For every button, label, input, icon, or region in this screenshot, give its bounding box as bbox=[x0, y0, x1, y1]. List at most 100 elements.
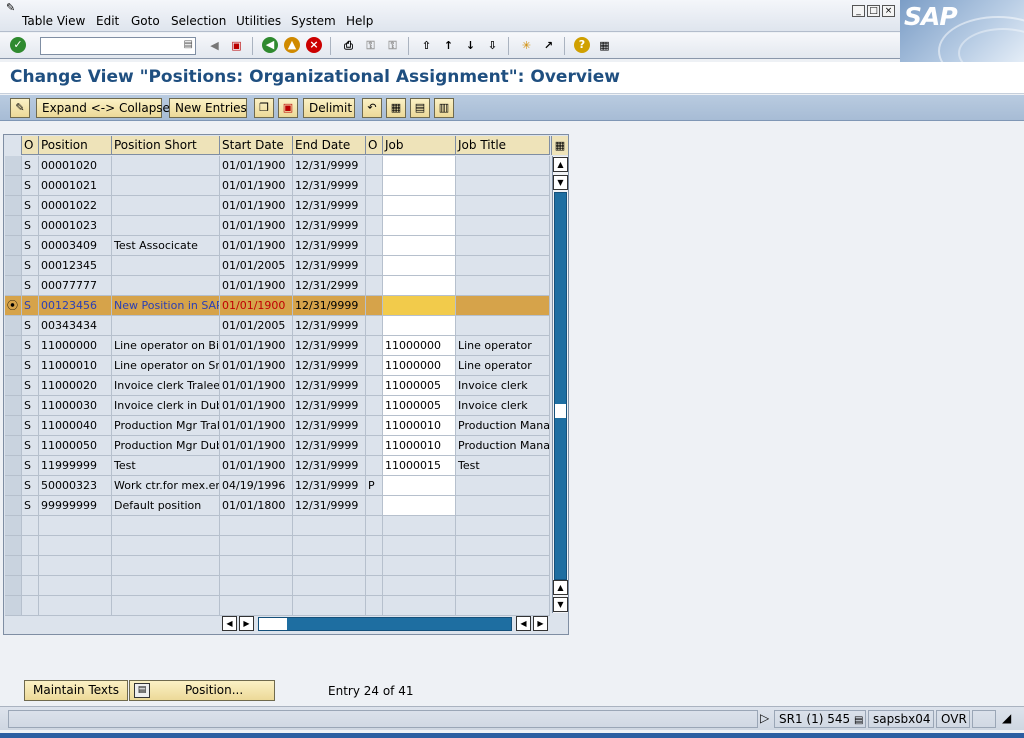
find-next-icon[interactable]: ⚿ bbox=[384, 37, 401, 54]
cell-start-date[interactable]: 01/01/1800 bbox=[220, 496, 293, 516]
cell-position-short[interactable] bbox=[112, 196, 220, 216]
cell-job-title[interactable]: Line operator bbox=[456, 356, 550, 376]
cell-start-date[interactable] bbox=[220, 536, 293, 556]
table-row[interactable]: S 50000323 Work ctr.for mex.em 04/19/1996 12… bbox=[5, 476, 550, 496]
back-arrow-icon[interactable]: ◀ bbox=[206, 37, 223, 54]
cell-position[interactable]: 00001020 bbox=[39, 156, 112, 176]
cell-job[interactable] bbox=[383, 496, 456, 516]
cell-job[interactable]: 11000005 bbox=[383, 376, 456, 396]
table-row[interactable]: S 00343434 01/01/2005 12/31/9999 bbox=[5, 316, 550, 336]
cell-job-title[interactable] bbox=[456, 556, 550, 576]
cell-position[interactable]: 00077777 bbox=[39, 276, 112, 296]
cell-job-title[interactable]: Test bbox=[456, 456, 550, 476]
row-selector[interactable] bbox=[5, 476, 22, 496]
cell-position[interactable]: 11000010 bbox=[39, 356, 112, 376]
cell-position-short[interactable] bbox=[112, 216, 220, 236]
column-header-o[interactable]: O bbox=[22, 136, 39, 155]
shortcut-icon[interactable]: ↗ bbox=[540, 37, 557, 54]
cell-position-short[interactable] bbox=[112, 596, 220, 616]
empty-table-row[interactable] bbox=[5, 536, 550, 556]
cell-position[interactable] bbox=[39, 596, 112, 616]
cell-job[interactable] bbox=[383, 156, 456, 176]
first-page-icon[interactable]: ⇧ bbox=[418, 37, 435, 54]
cancel-icon[interactable]: × bbox=[306, 37, 322, 53]
cell-job-title[interactable] bbox=[456, 476, 550, 496]
cell-end-date[interactable]: 12/31/9999 bbox=[293, 416, 366, 436]
cell-job[interactable] bbox=[383, 516, 456, 536]
table-row[interactable]: S 11999999 Test 01/01/1900 12/31/9999 1100001… bbox=[5, 456, 550, 476]
menu-selection[interactable]: Selection bbox=[171, 14, 226, 28]
cell-object-type[interactable]: S bbox=[22, 276, 39, 296]
cell-position-short[interactable]: Test bbox=[112, 456, 220, 476]
cell-job-title[interactable]: Line operator bbox=[456, 336, 550, 356]
cell-position-short[interactable] bbox=[112, 276, 220, 296]
cell-position-short[interactable]: Default position bbox=[112, 496, 220, 516]
cell-position[interactable]: 11000040 bbox=[39, 416, 112, 436]
cell-start-date[interactable]: 01/01/1900 bbox=[220, 336, 293, 356]
cell-object-type[interactable]: S bbox=[22, 496, 39, 516]
cell-end-date[interactable]: 12/31/9999 bbox=[293, 496, 366, 516]
system-menu-icon[interactable]: ✎ bbox=[6, 1, 15, 14]
cell-job[interactable]: 11000000 bbox=[383, 356, 456, 376]
scroll-page-down-icon[interactable]: ▼ bbox=[553, 597, 568, 612]
cell-end-date[interactable]: 12/31/9999 bbox=[293, 296, 366, 316]
cell-related-object-type[interactable] bbox=[366, 576, 383, 596]
row-selector[interactable] bbox=[5, 156, 22, 176]
undo-change-icon[interactable]: ↶ bbox=[362, 98, 382, 118]
cell-position-short[interactable] bbox=[112, 176, 220, 196]
cell-end-date[interactable] bbox=[293, 556, 366, 576]
menu-edit[interactable]: Edit bbox=[96, 14, 119, 28]
cell-object-type[interactable]: S bbox=[22, 376, 39, 396]
row-selector[interactable] bbox=[5, 536, 22, 556]
empty-table-row[interactable] bbox=[5, 516, 550, 536]
cell-job[interactable]: 11000000 bbox=[383, 336, 456, 356]
table-row[interactable]: S 11000030 Invoice clerk in Dub 01/01/1900 1… bbox=[5, 396, 550, 416]
row-selector[interactable] bbox=[5, 316, 22, 336]
cell-object-type[interactable]: S bbox=[22, 216, 39, 236]
row-selector[interactable] bbox=[5, 556, 22, 576]
row-handle-icon[interactable]: ⦿ bbox=[7, 299, 18, 312]
cell-job[interactable]: 11000010 bbox=[383, 436, 456, 456]
copy-icon[interactable]: ❐ bbox=[254, 98, 274, 118]
table-row[interactable]: S 00001023 01/01/1900 12/31/9999 bbox=[5, 216, 550, 236]
cell-start-date[interactable]: 01/01/1900 bbox=[220, 156, 293, 176]
cell-job-title[interactable]: Production Mana bbox=[456, 436, 550, 456]
cell-end-date[interactable]: 12/31/9999 bbox=[293, 216, 366, 236]
cell-end-date[interactable]: 12/31/9999 bbox=[293, 176, 366, 196]
cell-start-date[interactable]: 01/01/1900 bbox=[220, 176, 293, 196]
cell-related-object-type[interactable] bbox=[366, 156, 383, 176]
cell-position[interactable] bbox=[39, 556, 112, 576]
cell-related-object-type[interactable] bbox=[366, 456, 383, 476]
cell-related-object-type[interactable] bbox=[366, 316, 383, 336]
next-page-icon[interactable]: ↓ bbox=[462, 37, 479, 54]
cell-position[interactable]: 00001022 bbox=[39, 196, 112, 216]
scroll-down-icon[interactable]: ▼ bbox=[553, 175, 568, 190]
cell-start-date[interactable]: 01/01/1900 bbox=[220, 296, 293, 316]
cell-start-date[interactable]: 04/19/1996 bbox=[220, 476, 293, 496]
cell-related-object-type[interactable] bbox=[366, 276, 383, 296]
cell-related-object-type[interactable] bbox=[366, 356, 383, 376]
cell-end-date[interactable] bbox=[293, 516, 366, 536]
cell-position-short[interactable] bbox=[112, 256, 220, 276]
cell-position[interactable]: 00123456 bbox=[39, 296, 112, 316]
column-header-start-date[interactable]: Start Date bbox=[220, 136, 293, 155]
cell-position-short[interactable] bbox=[112, 156, 220, 176]
menu-system[interactable]: System bbox=[291, 14, 336, 28]
cell-position-short[interactable] bbox=[112, 576, 220, 596]
horizontal-scroll-track[interactable] bbox=[258, 617, 512, 631]
row-selector[interactable] bbox=[5, 256, 22, 276]
cell-job-title[interactable] bbox=[456, 176, 550, 196]
table-row[interactable]: S 00001022 01/01/1900 12/31/9999 bbox=[5, 196, 550, 216]
command-field[interactable]: ▤ bbox=[40, 37, 196, 55]
cell-job-title[interactable] bbox=[456, 276, 550, 296]
maintain-texts-button[interactable]: Maintain Texts bbox=[24, 680, 128, 701]
row-selector[interactable] bbox=[5, 396, 22, 416]
cell-job[interactable] bbox=[383, 316, 456, 336]
cell-object-type[interactable]: S bbox=[22, 476, 39, 496]
cell-end-date[interactable]: 12/31/2999 bbox=[293, 276, 366, 296]
select-all-column[interactable] bbox=[5, 136, 22, 155]
cell-position-short[interactable]: Production Mgr Dub bbox=[112, 436, 220, 456]
cell-position-short[interactable]: Line operator on Sm bbox=[112, 356, 220, 376]
column-header-job-title[interactable]: Job Title bbox=[456, 136, 550, 155]
row-selector[interactable] bbox=[5, 356, 22, 376]
